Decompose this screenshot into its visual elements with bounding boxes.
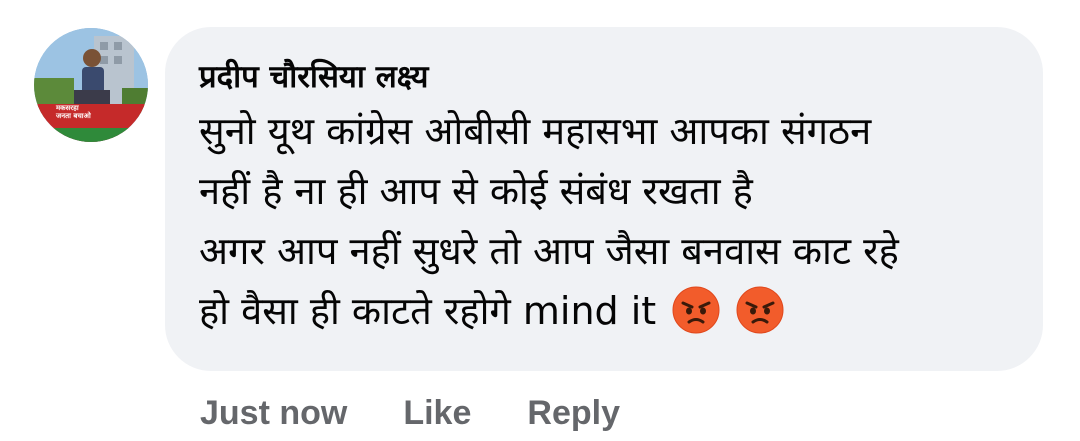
timestamp[interactable]: Just now [200,394,347,433]
comment-text-line: नहीं है ना ही आप से कोई संबंध रखता है [199,169,753,213]
comment-bubble: प्रदीप चौरसिया लक्ष्य सुनो यूथ कांग्रेस … [165,27,1043,371]
avatar[interactable]: मकसरहा जनता बचाओ [34,28,148,142]
comment-text-line-last: हो वैसा ही काटते रहोगे mind it [199,281,1009,341]
comment-text-line: हो वैसा ही काटते रहोगे mind it [199,289,657,333]
avatar-caption-line: जनता बचाओ [56,112,91,120]
avatar-caption: मकसरहा जनता बचाओ [56,104,100,120]
reply-button[interactable]: Reply [527,394,620,433]
comment-actions: Just now Like Reply [200,391,620,435]
comment-text-line: अगर आप नहीं सुधरे तो आप जैसा बनवास काट र… [199,229,899,273]
angry-face-emoji-icon [736,286,784,334]
author-name[interactable]: प्रदीप चौरसिया लक्ष्य [199,57,1009,97]
comment-text-line: सुनो यूथ कांग्रेस ओबीसी महासभा आपका संगठ… [199,109,872,153]
angry-face-emoji-icon [672,286,720,334]
like-button[interactable]: Like [403,394,471,433]
avatar-photo [34,28,148,142]
avatar-caption-line: मकसरहा [56,104,79,112]
